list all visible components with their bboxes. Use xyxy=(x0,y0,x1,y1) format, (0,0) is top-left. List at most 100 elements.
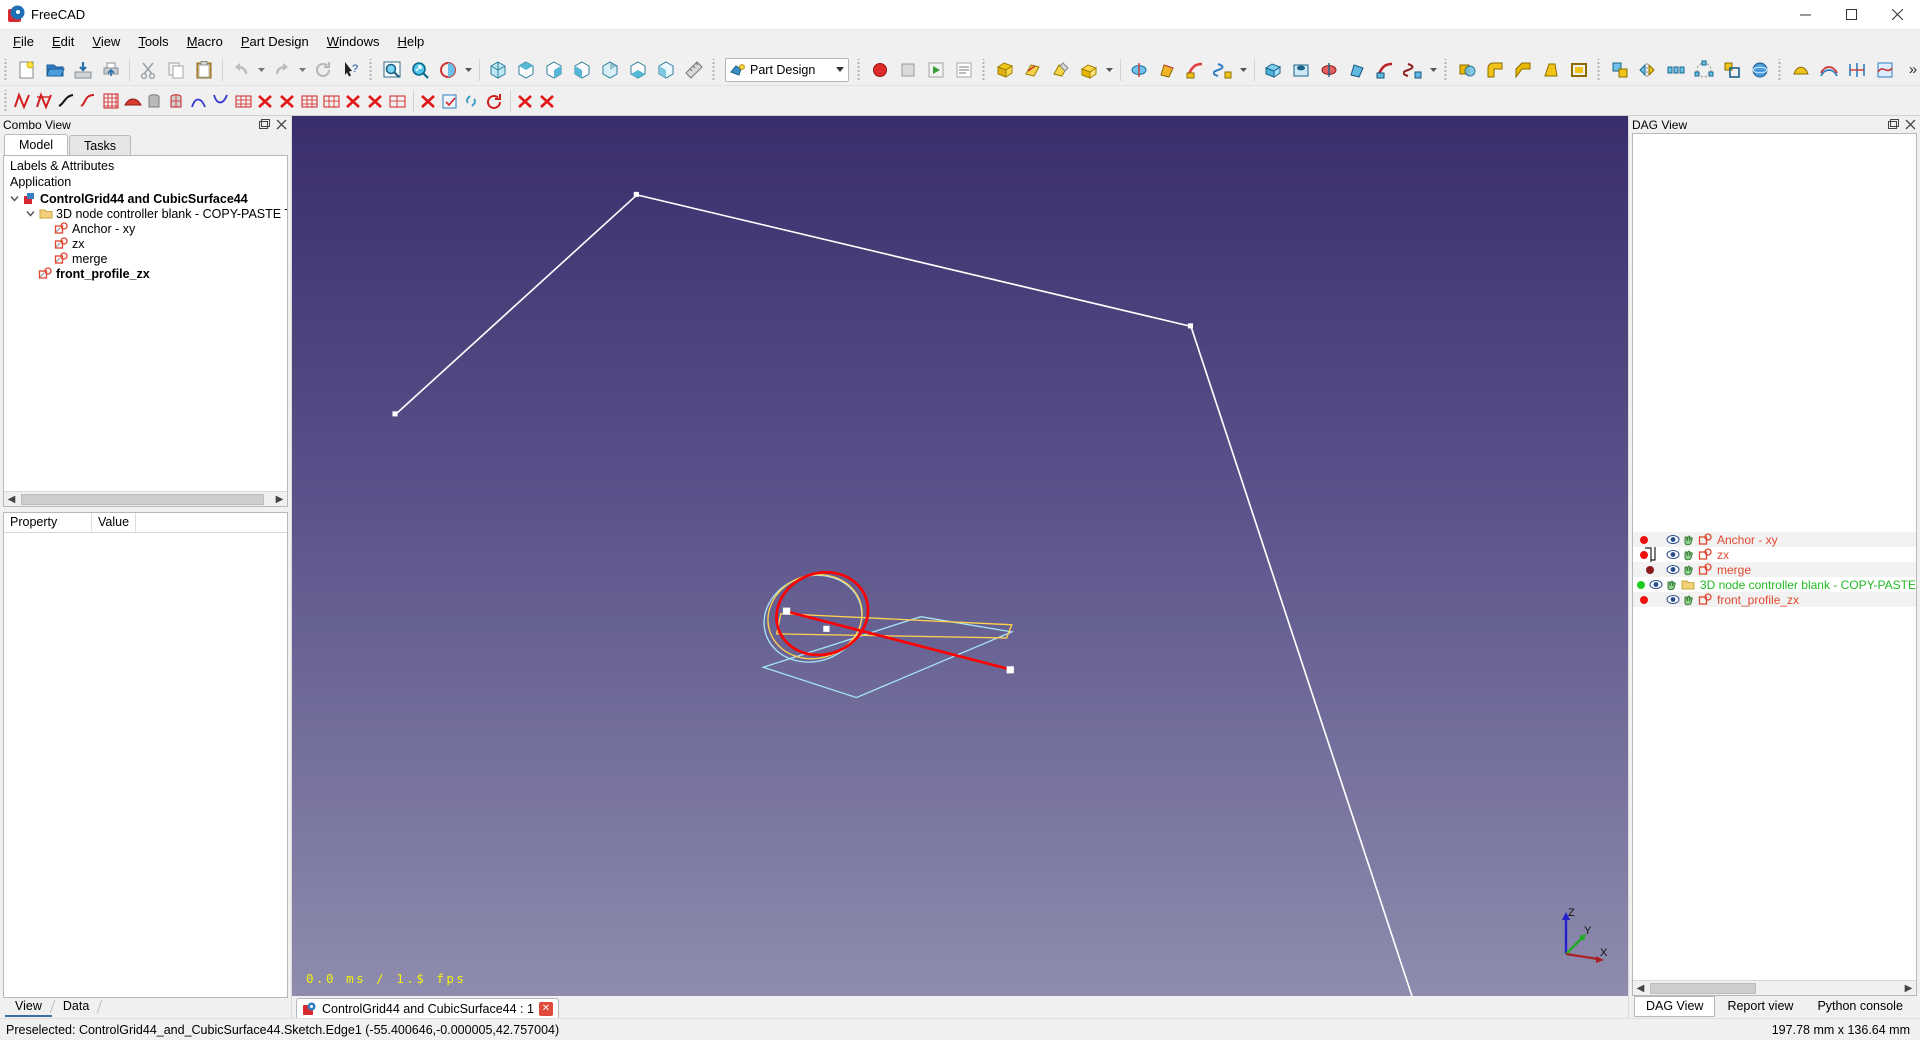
constraint-delete-x5-icon[interactable] xyxy=(418,88,440,114)
pad-dropdown-icon[interactable] xyxy=(1103,57,1116,83)
toolbar-grip[interactable] xyxy=(3,89,10,112)
menu-tools[interactable]: Tools xyxy=(129,31,177,53)
toolbar-grip[interactable] xyxy=(1443,58,1450,81)
close-button[interactable] xyxy=(1874,0,1920,30)
menu-edit[interactable]: Edit xyxy=(43,31,83,53)
groove-icon[interactable] xyxy=(1315,57,1343,83)
toolbar-grip[interactable] xyxy=(856,58,863,81)
float-panel-icon[interactable] xyxy=(1886,118,1900,132)
fillet-icon[interactable] xyxy=(1481,57,1509,83)
menu-macro[interactable]: Macro xyxy=(178,31,232,53)
cut-icon[interactable] xyxy=(134,57,162,83)
measure-icon[interactable] xyxy=(680,57,708,83)
tree-item-front-profile-zx[interactable]: front_profile_zx xyxy=(4,266,287,281)
draft-icon[interactable] xyxy=(1537,57,1565,83)
tab-model[interactable]: Model xyxy=(4,134,69,155)
constraint-delete-x4-icon[interactable] xyxy=(365,88,387,114)
chevron-down-icon[interactable] xyxy=(24,209,37,218)
subtractive-pipe-icon[interactable] xyxy=(1371,57,1399,83)
tab-data[interactable]: Data xyxy=(53,998,99,1015)
minimize-button[interactable] xyxy=(1782,0,1828,30)
new-document-icon[interactable] xyxy=(13,57,41,83)
close-panel-icon[interactable] xyxy=(1903,118,1917,132)
redo-dropdown-icon[interactable] xyxy=(296,57,309,83)
constraint-delete-x3-icon[interactable] xyxy=(343,88,365,114)
scrollbar-track[interactable] xyxy=(1648,982,1901,995)
grid-6x4-icon[interactable] xyxy=(321,88,343,114)
create-body-icon[interactable] xyxy=(991,57,1019,83)
curve-on-mesh-icon[interactable] xyxy=(1871,57,1899,83)
scrollbar-thumb[interactable] xyxy=(21,493,264,505)
boolean-icon[interactable] xyxy=(1453,57,1481,83)
pick-hand-icon[interactable] xyxy=(1664,578,1680,592)
toolbar-grip[interactable] xyxy=(3,58,10,81)
scale-icon[interactable] xyxy=(1718,57,1746,83)
link-icon[interactable] xyxy=(462,88,484,114)
refresh-sketch-icon[interactable] xyxy=(484,88,506,114)
additive-loft-icon[interactable] xyxy=(1153,57,1181,83)
toolbar-grip[interactable] xyxy=(981,58,988,81)
dag-row-folder[interactable]: 3D node controller blank - COPY-PASTE xyxy=(1633,577,1916,592)
curve-segment-icon[interactable] xyxy=(189,88,211,114)
linear-pattern-icon[interactable] xyxy=(1662,57,1690,83)
dag-row-front-profile-zx[interactable]: front_profile_zx xyxy=(1633,592,1916,607)
scroll-right-icon[interactable]: ▶ xyxy=(272,492,287,506)
dag-horizontal-scrollbar[interactable]: ◀ ▶ xyxy=(1633,980,1916,995)
polyline-icon[interactable] xyxy=(13,88,35,114)
property-editor[interactable]: Property Value xyxy=(3,512,288,998)
constraint-delete-x1-icon[interactable] xyxy=(255,88,277,114)
tab-report-view[interactable]: Report view xyxy=(1715,996,1805,1017)
open-document-icon[interactable] xyxy=(41,57,69,83)
toolbar-grip[interactable] xyxy=(711,58,718,81)
grid-6x6-icon[interactable] xyxy=(233,88,255,114)
tab-view[interactable]: View xyxy=(5,998,52,1017)
constraint-delete-x2-icon[interactable] xyxy=(277,88,299,114)
pick-hand-icon[interactable] xyxy=(1681,593,1697,607)
surface-sections-icon[interactable] xyxy=(1843,57,1871,83)
tab-tasks[interactable]: Tasks xyxy=(69,135,131,155)
3d-viewport[interactable]: 0.0 ms / 1.$ fps Z Y X xyxy=(292,116,1628,996)
scrollbar-track[interactable] xyxy=(19,492,272,506)
edit-sketch-icon[interactable] xyxy=(1047,57,1075,83)
menu-help[interactable]: Help xyxy=(389,31,434,53)
chamfer-icon[interactable] xyxy=(1509,57,1537,83)
surface-filling-icon[interactable] xyxy=(1787,57,1815,83)
tree-item-folder[interactable]: 3D node controller blank - COPY-PASTE TH… xyxy=(4,206,287,221)
hole-icon[interactable] xyxy=(1287,57,1315,83)
pocket-icon[interactable] xyxy=(1259,57,1287,83)
line-icon[interactable] xyxy=(35,88,57,114)
additive-dropdown-icon[interactable] xyxy=(1237,57,1250,83)
curve-segment-b-icon[interactable] xyxy=(211,88,233,114)
front-view-icon[interactable] xyxy=(512,57,540,83)
redo-icon[interactable] xyxy=(268,57,296,83)
grid-4x4-b-icon[interactable] xyxy=(387,88,409,114)
macro-stop-icon[interactable] xyxy=(894,57,922,83)
polar-pattern-icon[interactable] xyxy=(1690,57,1718,83)
menu-view[interactable]: View xyxy=(83,31,129,53)
scroll-left-icon[interactable]: ◀ xyxy=(4,492,19,506)
surface-red-icon[interactable] xyxy=(123,88,145,114)
pad-icon[interactable] xyxy=(1075,57,1103,83)
document-tab[interactable]: ControlGrid44 and CubicSurface44 : 1 ✕ xyxy=(296,998,559,1018)
dag-row-anchor-xy[interactable]: Anchor - xy xyxy=(1633,532,1916,547)
paste-icon[interactable] xyxy=(190,57,218,83)
scrollbar-thumb[interactable] xyxy=(1650,982,1757,994)
model-tree[interactable]: Labels & Attributes Application ControlG… xyxy=(3,155,288,507)
scroll-left-icon[interactable]: ◀ xyxy=(1633,981,1648,995)
grid-4x4-icon[interactable] xyxy=(101,88,123,114)
pick-hand-icon[interactable] xyxy=(1681,563,1697,577)
chevron-down-icon[interactable] xyxy=(8,194,21,203)
macro-record-icon[interactable] xyxy=(866,57,894,83)
visibility-eye-icon[interactable] xyxy=(1665,548,1681,562)
menu-windows[interactable]: Windows xyxy=(318,31,389,53)
left-view-icon[interactable] xyxy=(652,57,680,83)
close-panel-icon[interactable] xyxy=(274,118,288,132)
surface-gordon-icon[interactable] xyxy=(1815,57,1843,83)
maximize-button[interactable] xyxy=(1828,0,1874,30)
tree-item-zx[interactable]: zx xyxy=(4,236,287,251)
macro-execute-icon[interactable] xyxy=(922,57,950,83)
menu-file[interactable]: File xyxy=(4,31,43,53)
additive-helix-icon[interactable] xyxy=(1209,57,1237,83)
undo-dropdown-icon[interactable] xyxy=(255,57,268,83)
tree-item-document[interactable]: ControlGrid44 and CubicSurface44 xyxy=(4,191,287,206)
